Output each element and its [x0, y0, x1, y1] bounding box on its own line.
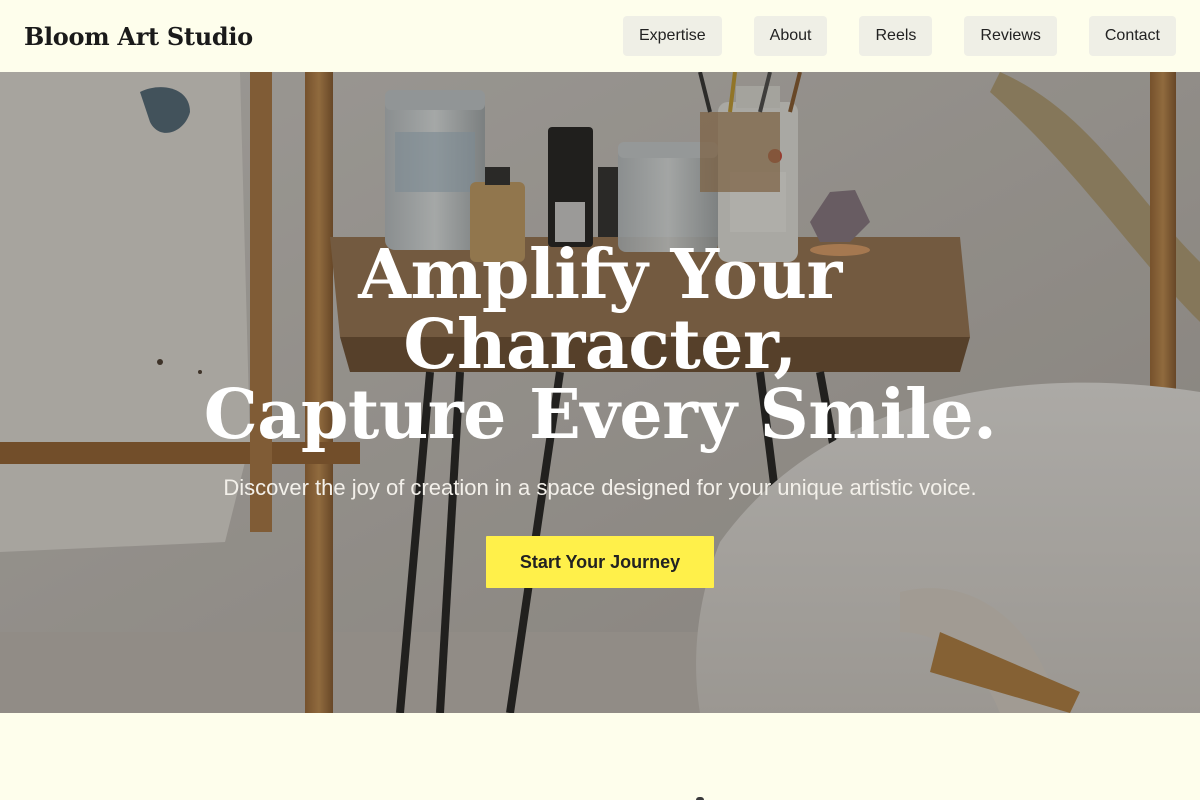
- brand-logo-text[interactable]: Bloom Art Studio: [24, 22, 253, 51]
- site-header: Bloom Art Studio Expertise About Reels R…: [0, 0, 1200, 72]
- nav-contact-button[interactable]: Contact: [1088, 16, 1176, 56]
- hero-subtext: Discover the joy of creation in a space …: [223, 475, 977, 500]
- nav-about-button[interactable]: About: [753, 16, 828, 56]
- main-nav: Expertise About Reels Reviews Contact: [622, 16, 1176, 56]
- hero-headline-line-2: Capture Every Smile.: [203, 375, 997, 455]
- hero-content: Amplify Your Character, Capture Every Sm…: [0, 72, 1200, 713]
- next-section: [0, 713, 1200, 800]
- nav-expertise-button[interactable]: Expertise: [622, 16, 722, 56]
- nav-reviews-button[interactable]: Reviews: [964, 16, 1057, 56]
- start-your-journey-button[interactable]: Start Your Journey: [486, 536, 714, 588]
- hero-headline-line-1: Amplify Your Character,: [358, 235, 842, 385]
- hero-headline: Amplify Your Character, Capture Every Sm…: [170, 240, 1030, 450]
- hero-section: Amplify Your Character, Capture Every Sm…: [0, 72, 1200, 713]
- nav-reels-button[interactable]: Reels: [859, 16, 933, 56]
